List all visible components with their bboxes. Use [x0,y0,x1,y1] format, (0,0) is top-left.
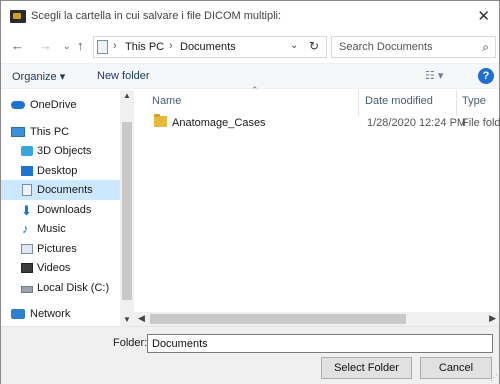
recent-dropdown-icon[interactable]: ⌄ [63,41,71,52]
sidebar-item-label: Desktop [37,165,78,177]
sidebar-item-label: Music [37,223,66,235]
caret-down-icon: ▾ [59,71,66,83]
forward-arrow-icon[interactable]: → [39,38,52,53]
file-row-name[interactable]: Anatomage_Cases [172,117,266,129]
help-icon[interactable]: ? [478,68,494,84]
app-icon [10,10,26,23]
sidebar-item-label: Local Disk (C:) [37,282,110,294]
column-header-name[interactable]: Name [152,95,181,107]
chevron-right-icon[interactable]: › [169,40,173,52]
command-bar: Organize ▾ New folder ☷ ▾ ? [1,63,499,89]
search-placeholder: Search Documents [339,41,433,53]
folder-icon [154,114,167,127]
sidebar-item-label: Downloads [37,204,92,216]
folder-label: Folder: [113,337,148,349]
sidebar-item-this-pc[interactable]: This PC [1,122,120,142]
up-arrow-icon[interactable]: ↑ [77,38,84,53]
column-divider[interactable] [456,90,457,116]
back-arrow-icon[interactable]: ← [11,38,24,53]
scroll-up-icon[interactable]: ▲ [123,91,131,100]
navigation-pane: OneDrive This PC 3D Objects Desktop Docu… [1,90,134,326]
close-icon[interactable]: ✕ [477,7,490,25]
address-row: ← → ⌄ ↑ › This PC › Documents ⌄ ↻ Search… [1,33,499,61]
pictures-icon [21,244,33,254]
chevron-down-icon[interactable]: ⌄ [290,40,298,51]
scrollbar-thumb[interactable] [122,122,132,300]
folder-picker-dialog: Scegli la cartella in cui salvare i file… [0,0,500,384]
chevron-right-icon[interactable]: › [113,40,117,52]
sidebar-item-label: 3D Objects [37,145,92,157]
search-icon: ⌕ [482,40,489,54]
organize-button[interactable]: Organize ▾ [12,70,65,83]
sidebar-item-onedrive[interactable]: OneDrive [1,95,120,115]
downloads-icon: ⬇ [21,203,32,218]
breadcrumb[interactable]: › This PC › Documents ⌄ ↻ [93,36,327,58]
videos-icon [21,263,33,273]
file-row-type: File folde [462,117,500,129]
column-header-date-modified[interactable]: Date modified [365,95,433,107]
breadcrumb-documents[interactable]: Documents [180,41,236,53]
scrollbar-thumb[interactable] [150,314,406,324]
column-header-type[interactable]: Type [462,95,486,107]
music-icon: ♪ [22,221,29,236]
scroll-down-icon[interactable]: ▼ [123,315,131,324]
network-icon [11,309,25,319]
documents-location-icon [97,40,108,54]
sidebar-item-videos[interactable]: Videos [1,258,120,278]
3d-objects-icon [21,146,33,156]
scroll-right-icon[interactable]: ▶ [489,313,496,324]
dialog-footer: Folder: Select Folder Cancel ⋰ [1,326,499,384]
sidebar-item-downloads[interactable]: ⬇ Downloads [1,200,120,220]
cancel-button[interactable]: Cancel [420,357,492,379]
documents-icon [22,184,32,196]
sidebar-item-local-disk[interactable]: Local Disk (C:) [1,278,120,298]
search-input[interactable]: Search Documents ⌕ [331,36,496,58]
breadcrumb-this-pc[interactable]: This PC [125,41,164,53]
sidebar-item-label: This PC [30,126,70,138]
scroll-left-icon[interactable]: ◀ [138,313,145,324]
organize-label: Organize [12,71,57,83]
sidebar-item-network[interactable]: Network [1,304,120,324]
resize-grip-icon[interactable]: ⋰ [490,373,498,382]
horizontal-scrollbar[interactable]: ◀ ▶ [134,312,499,326]
sidebar-item-desktop[interactable]: Desktop [1,161,120,181]
navigation-scrollbar[interactable]: ▲ ▼ [120,90,134,326]
sidebar-item-label: Documents [37,184,93,196]
sidebar-item-music[interactable]: ♪ Music [1,219,120,239]
sidebar-item-label: Network [30,308,71,320]
file-row-date: 1/28/2020 12:24 PM [367,117,467,129]
sidebar-item-3d-objects[interactable]: 3D Objects [1,141,120,161]
onedrive-icon [11,101,25,109]
sidebar-item-label: Pictures [37,243,77,255]
window-title: Scegli la cartella in cui salvare i file… [31,10,282,22]
sidebar-item-label: OneDrive [30,99,77,111]
sort-ascending-icon: ⌃ [251,85,259,95]
sidebar-item-label: Videos [37,262,71,274]
local-disk-icon [21,286,33,293]
this-pc-icon [11,127,25,137]
select-folder-button[interactable]: Select Folder [321,357,412,379]
title-bar: Scegli la cartella in cui salvare i file… [1,1,499,31]
column-divider[interactable] [358,90,359,116]
folder-name-field[interactable] [147,334,493,353]
refresh-icon[interactable]: ↻ [309,39,319,53]
sidebar-item-documents[interactable]: Documents [1,180,120,200]
desktop-icon [21,166,33,176]
view-options-icon[interactable]: ☷ ▾ [425,69,443,82]
new-folder-button[interactable]: New folder [97,70,150,82]
sidebar-item-pictures[interactable]: Pictures [1,239,120,259]
